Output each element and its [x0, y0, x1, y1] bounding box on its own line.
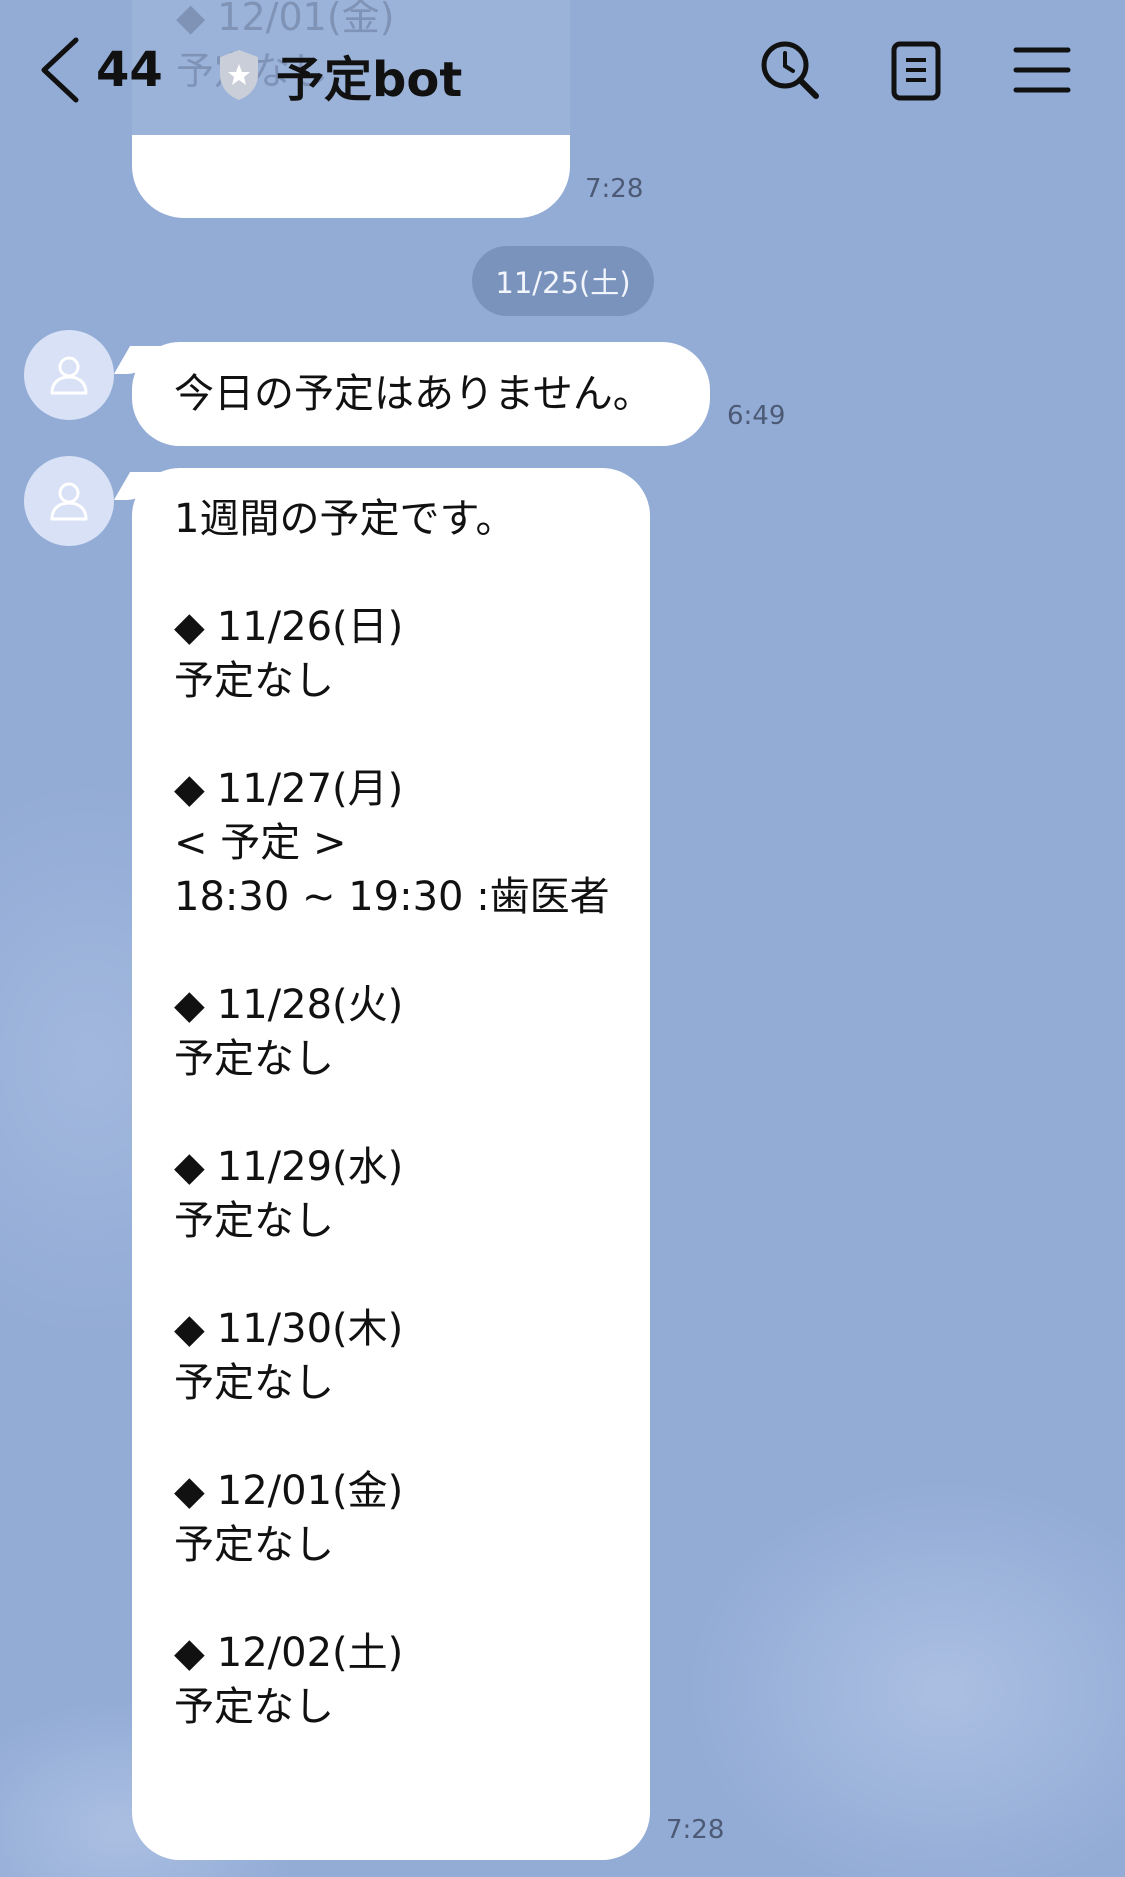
day-header: ◆ 12/01(金) [174, 1464, 650, 1518]
menu-icon[interactable] [1010, 38, 1074, 102]
weekly-schedule-bubble[interactable]: 1週間の予定です。 ◆ 11/26(日) 予定なし ◆ 11/27(月) < 予定 … [132, 468, 650, 1860]
shield-star-icon [220, 50, 258, 100]
day-header: ◆ 11/27(月) [174, 762, 650, 816]
chat-title-group[interactable]: 予定bot [216, 40, 462, 110]
message-intro: 1週間の予定です。 [174, 496, 516, 542]
message-text: 今日の予定はありません。 [174, 371, 653, 417]
day-detail: < 予定 > [174, 820, 347, 866]
bot-avatar[interactable] [24, 456, 114, 546]
diamond-bullet-icon: ◆ [174, 604, 205, 650]
day-header: ◆ 11/26(日) [174, 600, 650, 654]
day-date: 12/01(金) [216, 1468, 404, 1514]
day-detail: 予定なし [174, 1522, 334, 1568]
day-date: 11/27(月) [216, 766, 404, 812]
search-clock-icon[interactable] [758, 38, 822, 102]
diamond-bullet-icon: ◆ [174, 766, 205, 812]
diamond-bullet-icon: ◆ [174, 1630, 205, 1676]
diamond-bullet-icon: ◆ [174, 1306, 205, 1352]
chat-header: 44 予定bot [0, 0, 1125, 140]
back-button[interactable]: 44 [38, 36, 163, 104]
day-detail: 予定なし [174, 1360, 334, 1406]
notes-icon[interactable] [884, 38, 948, 102]
diamond-bullet-icon: ◆ [174, 982, 205, 1028]
day-date: 11/28(火) [216, 982, 404, 1028]
day-header: ◆ 11/28(火) [174, 978, 650, 1032]
day-detail: 予定なし [174, 1198, 334, 1244]
day-date: 11/26(日) [216, 604, 404, 650]
user-silhouette-icon [50, 482, 88, 521]
day-detail: 18:30 ~ 19:30 :歯医者 [174, 874, 610, 920]
user-silhouette-icon [50, 356, 88, 395]
day-date: 11/30(木) [216, 1306, 404, 1352]
day-detail: 予定なし [174, 1684, 334, 1730]
day-header: ◆ 12/02(土) [174, 1626, 650, 1680]
diamond-bullet-icon: ◆ [174, 1468, 205, 1514]
day-header: ◆ 11/29(水) [174, 1140, 650, 1194]
day-header: ◆ 11/30(木) [174, 1302, 650, 1356]
previous-message-time: 7:28 [585, 174, 644, 204]
unread-count: 44 [96, 42, 163, 98]
chat-title: 予定bot [276, 52, 463, 108]
day-date: 12/02(土) [216, 1630, 404, 1676]
back-chevron-icon [41, 37, 79, 103]
message-bubble[interactable]: 今日の予定はありません。 [132, 342, 710, 446]
bot-avatar[interactable] [24, 330, 114, 420]
message-time: 7:28 [666, 1815, 725, 1845]
diamond-bullet-icon: ◆ [174, 1144, 205, 1190]
day-detail: 予定なし [174, 658, 334, 704]
day-date: 11/29(水) [216, 1144, 404, 1190]
date-separator: 11/25(土) [472, 246, 654, 316]
day-detail: 予定なし [174, 1036, 334, 1082]
message-time: 6:49 [727, 401, 786, 431]
